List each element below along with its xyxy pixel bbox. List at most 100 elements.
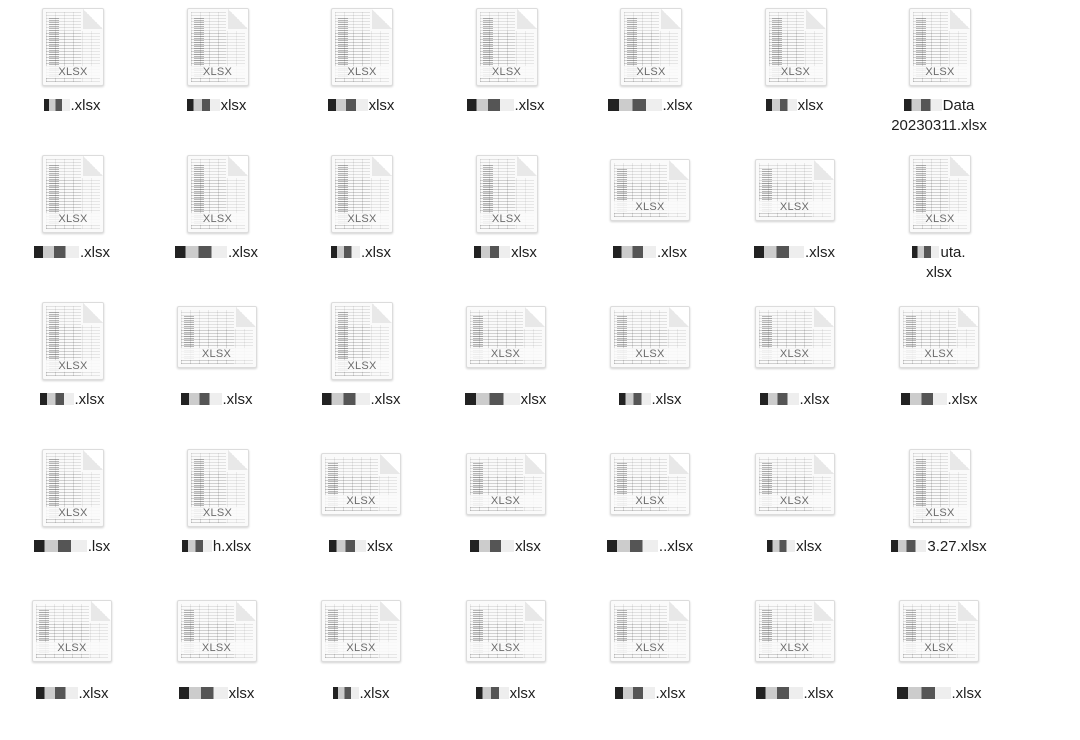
spreadsheet-file-icon[interactable]: XLSX (32, 600, 112, 662)
spreadsheet-file-icon[interactable]: XLSX (620, 8, 682, 86)
file-name-label[interactable]: xlsx (145, 684, 289, 704)
file-item[interactable]: XLSX xlsx (723, 445, 867, 591)
spreadsheet-file-icon[interactable]: XLSX (465, 306, 546, 368)
file-item[interactable]: XLSX .lsx (0, 445, 144, 591)
spreadsheet-file-icon[interactable]: XLSX (909, 8, 971, 86)
spreadsheet-file-icon[interactable]: XLSX (465, 453, 546, 515)
spreadsheet-file-icon[interactable]: XLSX (909, 449, 971, 527)
file-name-label[interactable]: Data 20230311.xlsx (867, 96, 1011, 136)
file-name-label[interactable]: .xlsx (723, 684, 867, 704)
file-item[interactable]: XLSX .xlsx (867, 298, 1011, 444)
spreadsheet-file-icon[interactable]: XLSX (754, 453, 835, 515)
spreadsheet-file-icon[interactable]: XLSX (186, 8, 249, 86)
file-item[interactable]: XLSX .xlsx (867, 592, 1011, 738)
spreadsheet-file-icon[interactable]: XLSX (764, 8, 827, 86)
file-item[interactable]: XLSX .xlsx (0, 298, 144, 444)
file-item[interactable]: XLSX .xlsx (289, 151, 433, 297)
spreadsheet-file-icon[interactable]: XLSX (42, 449, 104, 527)
file-item[interactable]: XLSX xlsx (434, 151, 578, 297)
file-name-label[interactable]: .xlsx (723, 243, 867, 263)
file-name-label[interactable]: .xlsx (723, 390, 867, 410)
file-name-label[interactable]: .xlsx (145, 243, 289, 263)
spreadsheet-file-icon[interactable]: XLSX (42, 8, 104, 86)
file-item[interactable]: XLSX xlsx (434, 592, 578, 738)
file-name-label[interactable]: .xlsx (578, 96, 722, 116)
file-name-label[interactable]: 3.27.xlsx (867, 537, 1011, 557)
file-item[interactable]: XLSX xlsx (289, 4, 433, 150)
file-name-label[interactable]: xlsx (434, 243, 578, 263)
file-item[interactable]: XLSX 3.27.xlsx (867, 445, 1011, 591)
file-name-label[interactable]: xlsx (434, 537, 578, 557)
file-item[interactable]: XLSX uta. xlsx (867, 151, 1011, 297)
file-item[interactable]: XLSX Data 20230311.xlsx (867, 4, 1011, 150)
file-item[interactable]: XLSX .xlsx (578, 592, 722, 738)
file-name-label[interactable]: .xlsx (0, 684, 144, 704)
spreadsheet-file-icon[interactable]: XLSX (909, 155, 971, 233)
spreadsheet-file-icon[interactable]: XLSX (899, 306, 979, 368)
spreadsheet-file-icon[interactable]: XLSX (321, 453, 401, 515)
file-name-label[interactable]: xlsx (289, 537, 433, 557)
spreadsheet-file-icon[interactable]: XLSX (754, 306, 835, 368)
file-item[interactable]: XLSX xlsx (434, 298, 578, 444)
spreadsheet-file-icon[interactable]: XLSX (186, 155, 249, 233)
spreadsheet-file-icon[interactable]: XLSX (899, 600, 979, 662)
file-name-label[interactable]: .xlsx (0, 390, 144, 410)
spreadsheet-file-icon[interactable]: XLSX (610, 600, 690, 662)
file-item[interactable]: XLSX xlsx (145, 592, 289, 738)
file-name-label[interactable]: xlsx (723, 96, 867, 116)
file-item[interactable]: XLSX .xlsx (289, 592, 433, 738)
spreadsheet-file-icon[interactable]: XLSX (176, 306, 257, 368)
spreadsheet-file-icon[interactable]: XLSX (42, 155, 104, 233)
spreadsheet-file-icon[interactable]: XLSX (331, 155, 393, 233)
spreadsheet-file-icon[interactable]: XLSX (321, 600, 401, 662)
file-name-label[interactable]: .lsx (0, 537, 144, 557)
file-item[interactable]: XLSX .xlsx (578, 151, 722, 297)
file-name-label[interactable]: .xlsx (578, 390, 722, 410)
spreadsheet-file-icon[interactable]: XLSX (465, 600, 546, 662)
file-item[interactable]: XLSX .xlsx (145, 298, 289, 444)
file-item[interactable]: XLSX .xlsx (289, 298, 433, 444)
file-item[interactable]: XLSX .xlsx (723, 298, 867, 444)
file-name-label[interactable]: xlsx (145, 96, 289, 116)
file-item[interactable]: XLSX .xlsx (434, 4, 578, 150)
spreadsheet-file-icon[interactable]: XLSX (176, 600, 257, 662)
file-name-label[interactable]: .xlsx (578, 243, 722, 263)
file-item[interactable]: XLSX xlsx (145, 4, 289, 150)
file-name-label[interactable]: .xlsx (289, 243, 433, 263)
spreadsheet-file-icon[interactable]: XLSX (475, 8, 538, 86)
file-name-label[interactable]: xlsx (434, 684, 578, 704)
file-item[interactable]: XLSX ..xlsx (578, 445, 722, 591)
file-name-label[interactable]: .xlsx (867, 684, 1011, 704)
file-name-label[interactable]: .xlsx (0, 243, 144, 263)
file-item[interactable]: XLSX h.xlsx (145, 445, 289, 591)
file-item[interactable]: XLSX xlsx (289, 445, 433, 591)
file-item[interactable]: XLSX .xlsx (578, 4, 722, 150)
file-item[interactable]: XLSX xlsx (434, 445, 578, 591)
file-name-label[interactable]: .xlsx (0, 96, 144, 116)
spreadsheet-file-icon[interactable]: XLSX (610, 453, 690, 515)
file-name-label[interactable]: h.xlsx (145, 537, 289, 557)
spreadsheet-file-icon[interactable]: XLSX (610, 159, 690, 221)
file-name-label[interactable]: uta. xlsx (867, 243, 1011, 283)
spreadsheet-file-icon[interactable]: XLSX (186, 449, 249, 527)
file-name-label[interactable]: .xlsx (289, 684, 433, 704)
spreadsheet-file-icon[interactable]: XLSX (331, 302, 393, 380)
file-name-label[interactable]: .xlsx (578, 684, 722, 704)
file-item[interactable]: XLSX .xlsx (723, 592, 867, 738)
file-name-label[interactable]: xlsx (289, 96, 433, 116)
file-name-label[interactable]: xlsx (723, 537, 867, 557)
spreadsheet-file-icon[interactable]: XLSX (331, 8, 393, 86)
file-item[interactable]: XLSX .xlsx (145, 151, 289, 297)
spreadsheet-file-icon[interactable]: XLSX (475, 155, 538, 233)
file-name-label[interactable]: xlsx (434, 390, 578, 410)
file-item[interactable]: XLSX .xlsx (723, 151, 867, 297)
spreadsheet-file-icon[interactable]: XLSX (754, 159, 835, 221)
file-name-label[interactable]: .xlsx (145, 390, 289, 410)
file-name-label[interactable]: ..xlsx (578, 537, 722, 557)
file-item[interactable]: XLSX .xlsx (0, 151, 144, 297)
file-item[interactable]: XLSX .xlsx (0, 592, 144, 738)
file-name-label[interactable]: .xlsx (289, 390, 433, 410)
file-item[interactable]: XLSX .xlsx (578, 298, 722, 444)
spreadsheet-file-icon[interactable]: XLSX (42, 302, 104, 380)
file-item[interactable]: XLSX .xlsx (0, 4, 144, 150)
